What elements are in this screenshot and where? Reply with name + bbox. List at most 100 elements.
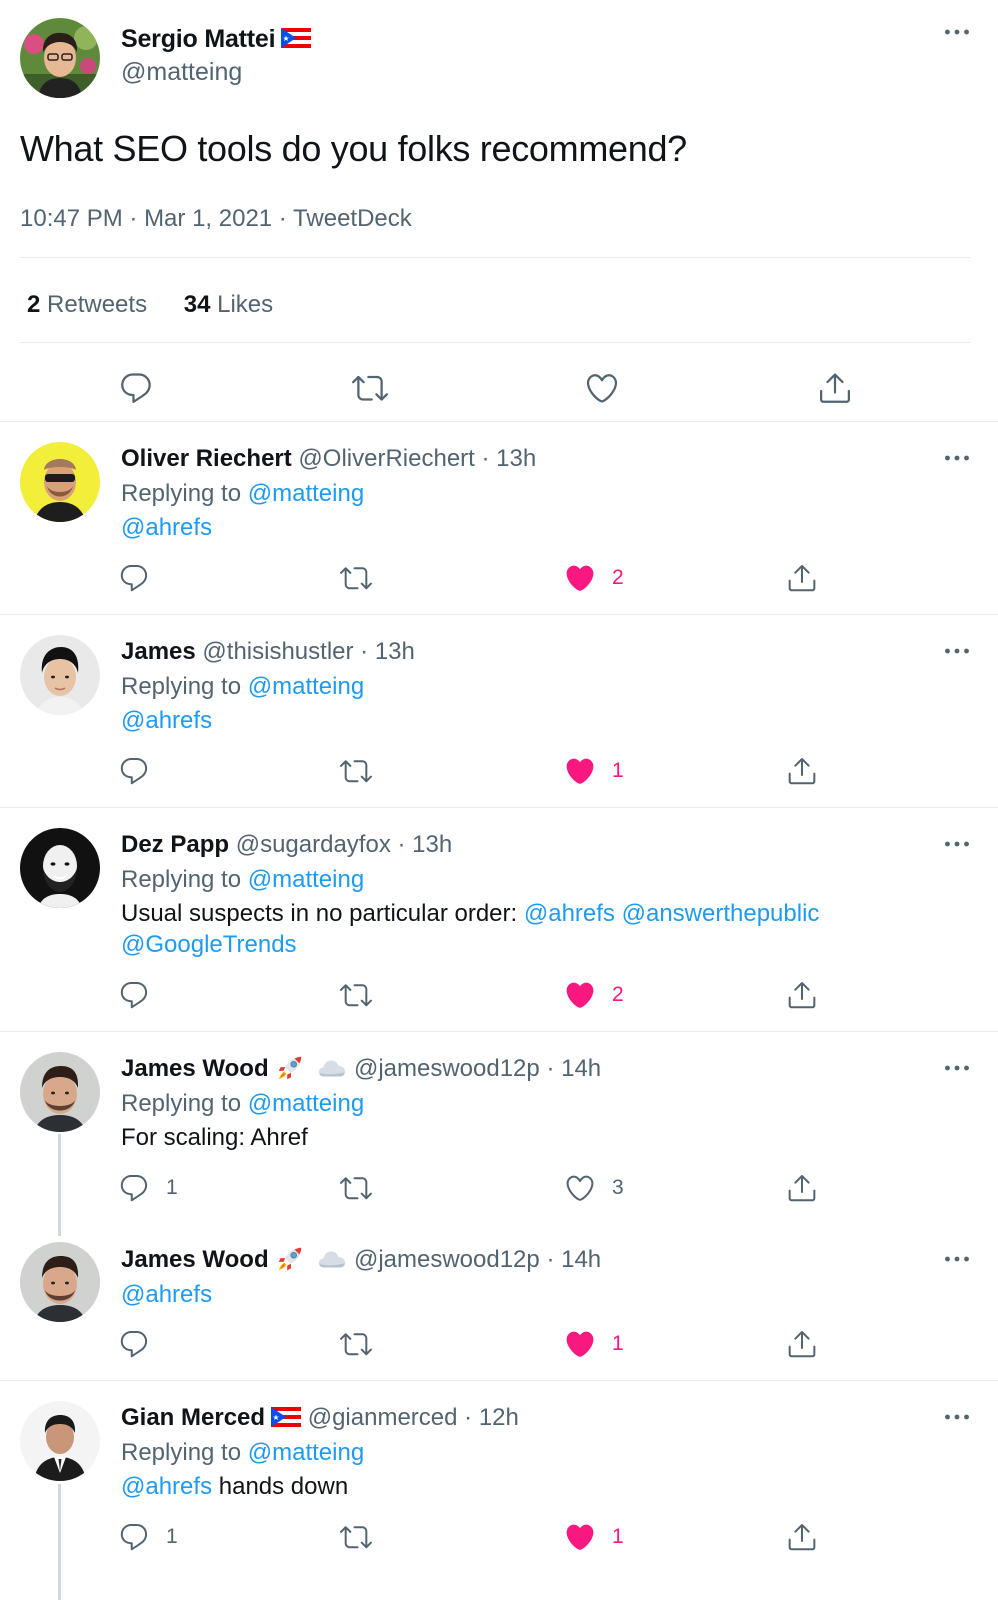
cloud-emoji-icon	[317, 1056, 347, 1080]
retweet-icon[interactable]	[340, 1172, 372, 1204]
retweet-icon[interactable]	[340, 1328, 372, 1360]
reply-tweet[interactable]: Gian Merced @gianmerced · 12h Replying t…	[0, 1381, 998, 1600]
reply-tweet[interactable]: James Wood @jameswood12p · 14h Replying …	[0, 1032, 998, 1224]
retweet-icon[interactable]	[352, 370, 388, 406]
avatar[interactable]	[20, 828, 100, 908]
mention-link[interactable]: @matteing	[248, 1439, 364, 1466]
reply-count: 1	[166, 1176, 178, 1199]
reply-tweet[interactable]: James @thisishustler · 13h Replying to @…	[0, 615, 998, 807]
tweet-meta: 10:47 PM · Mar 1, 2021 · TweetDeck	[20, 205, 412, 233]
likes-stat[interactable]: 34 Likes	[184, 291, 273, 318]
puerto-rico-flag-icon	[271, 1407, 301, 1427]
author-name-text[interactable]: Sergio Mattei	[121, 25, 276, 53]
reply-button[interactable]: 1	[118, 1172, 178, 1204]
mention-link[interactable]: @matteing	[248, 673, 364, 700]
heart-filled-icon	[564, 979, 596, 1011]
reply-icon	[118, 1172, 150, 1204]
mention-link[interactable]: @ahrefs	[524, 900, 615, 927]
heart-icon[interactable]	[584, 370, 620, 406]
avatar[interactable]	[20, 442, 100, 522]
share-icon[interactable]	[786, 562, 818, 594]
divider	[20, 257, 970, 258]
reply-icon[interactable]	[118, 562, 150, 594]
avatar[interactable]	[20, 18, 100, 98]
more-dots-icon[interactable]	[944, 1064, 970, 1072]
reply-time[interactable]: · 13h	[360, 638, 415, 665]
author-handle[interactable]: @gianmerced	[308, 1404, 458, 1431]
like-button[interactable]: 1	[564, 1521, 624, 1553]
reply-time[interactable]: · 14h	[546, 1246, 601, 1273]
author-handle[interactable]: @thisishustler	[202, 638, 353, 665]
mention-link[interactable]: @matteing	[248, 1090, 364, 1117]
reply-icon[interactable]	[118, 1328, 150, 1360]
author-handle[interactable]: @sugardayfox	[236, 831, 391, 858]
more-dots-icon[interactable]	[944, 1255, 970, 1263]
author-name[interactable]: Gian Merced	[121, 1404, 265, 1431]
retweet-icon[interactable]	[340, 562, 372, 594]
reply-icon[interactable]	[118, 370, 154, 406]
author-name[interactable]: Oliver Riechert	[121, 445, 292, 472]
retweet-icon[interactable]	[340, 1521, 372, 1553]
reply-icon[interactable]	[118, 755, 150, 787]
heart-filled-icon	[564, 562, 596, 594]
share-icon[interactable]	[786, 1328, 818, 1360]
reply-time[interactable]: · 12h	[464, 1404, 519, 1431]
avatar[interactable]	[20, 635, 100, 715]
mention-link[interactable]: @ahrefs	[121, 1281, 212, 1308]
rocket-emoji-icon	[275, 1053, 305, 1083]
author-handle[interactable]: @jameswood12p	[354, 1246, 540, 1273]
reply-time[interactable]: · 14h	[546, 1055, 601, 1082]
more-dots-icon[interactable]	[944, 28, 970, 36]
mention-link[interactable]: @ahrefs	[121, 514, 212, 541]
reply-tweet[interactable]: James Wood @jameswood12p · 14h @ahrefs 1	[0, 1224, 998, 1380]
reply-time[interactable]: · 13h	[397, 831, 452, 858]
author-handle[interactable]: @OliverRiechert	[298, 445, 474, 472]
reply-tweet[interactable]: Oliver Riechert @OliverRiechert · 13h Re…	[0, 422, 998, 614]
tweet-source[interactable]: TweetDeck	[293, 205, 412, 232]
author-name[interactable]: Sergio Mattei	[121, 25, 311, 54]
tweet-time[interactable]: 10:47 PM	[20, 205, 123, 232]
mention-link[interactable]: @GoogleTrends	[121, 931, 297, 958]
reply-header: James Wood @jameswood12p · 14h	[121, 1055, 601, 1083]
like-button[interactable]: 2	[564, 562, 624, 594]
avatar[interactable]	[20, 1052, 100, 1132]
retweets-stat[interactable]: 2 Retweets	[27, 291, 147, 318]
more-dots-icon[interactable]	[944, 840, 970, 848]
like-count: 2	[612, 566, 624, 589]
like-button[interactable]: 3	[564, 1172, 624, 1204]
share-icon[interactable]	[817, 370, 853, 406]
mention-link[interactable]: @ahrefs	[121, 1473, 212, 1500]
more-dots-icon[interactable]	[944, 647, 970, 655]
author-name[interactable]: Dez Papp	[121, 831, 229, 858]
author-name[interactable]: James	[121, 638, 196, 665]
retweet-icon[interactable]	[340, 755, 372, 787]
mention-link[interactable]: @ahrefs	[121, 707, 212, 734]
author-handle[interactable]: @matteing	[121, 58, 242, 87]
share-icon[interactable]	[786, 979, 818, 1011]
reply-text: @ahrefs	[121, 707, 212, 735]
tweet-date[interactable]: Mar 1, 2021	[144, 205, 272, 232]
more-dots-icon[interactable]	[944, 454, 970, 462]
author-name[interactable]: James Wood	[121, 1246, 269, 1273]
reply-time[interactable]: · 13h	[482, 445, 537, 472]
mention-link[interactable]: @answerthepublic	[622, 900, 820, 927]
share-icon[interactable]	[786, 755, 818, 787]
reply-button[interactable]: 1	[118, 1521, 178, 1553]
like-button[interactable]: 2	[564, 979, 624, 1011]
avatar[interactable]	[20, 1401, 100, 1481]
tweet-stats: 2 Retweets 34 Likes	[27, 291, 303, 319]
reply-text: @ahrefs	[121, 514, 212, 542]
share-icon[interactable]	[786, 1521, 818, 1553]
reply-icon[interactable]	[118, 979, 150, 1011]
reply-tweet[interactable]: Dez Papp @sugardayfox · 13h Replying to …	[0, 808, 998, 1031]
mention-link[interactable]: @matteing	[248, 480, 364, 507]
like-button[interactable]: 1	[564, 1328, 624, 1360]
avatar[interactable]	[20, 1242, 100, 1322]
author-name[interactable]: James Wood	[121, 1055, 269, 1082]
like-button[interactable]: 1	[564, 755, 624, 787]
mention-link[interactable]: @matteing	[248, 866, 364, 893]
more-dots-icon[interactable]	[944, 1413, 970, 1421]
author-handle[interactable]: @jameswood12p	[354, 1055, 540, 1082]
share-icon[interactable]	[786, 1172, 818, 1204]
retweet-icon[interactable]	[340, 979, 372, 1011]
